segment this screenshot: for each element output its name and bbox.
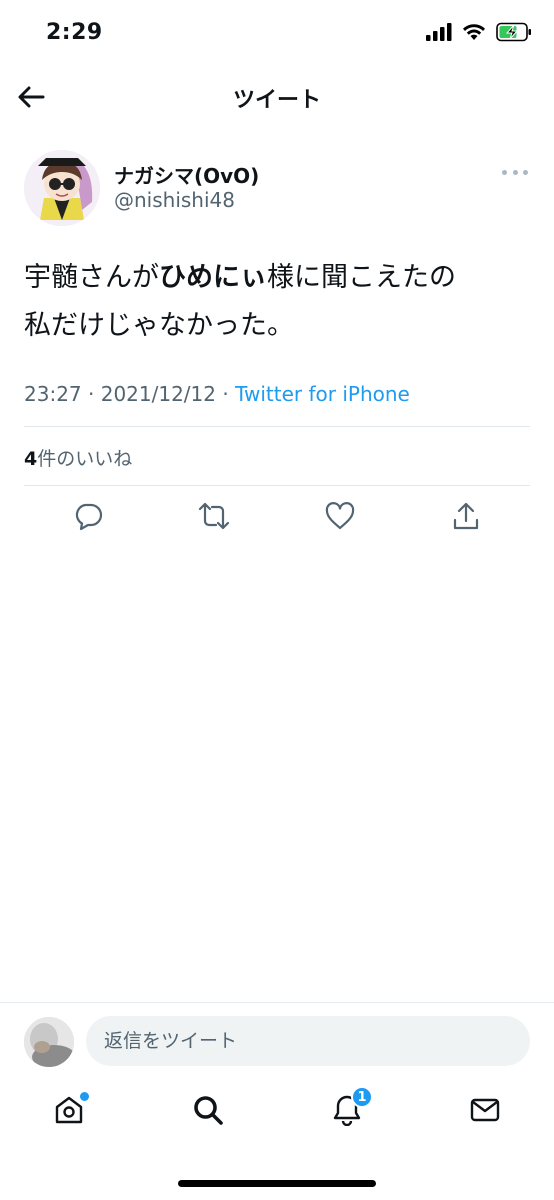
- battery-charging-icon: [496, 22, 532, 46]
- likes-label: 件のいいね: [37, 448, 133, 470]
- tab-bar: 1: [0, 1080, 554, 1160]
- home-indicator: [178, 1180, 376, 1187]
- tweet-header: ナガシマ(OvO) @nishishi48: [24, 148, 530, 228]
- meta-separator: ·: [216, 382, 236, 406]
- meta-separator: ·: [81, 382, 101, 406]
- divider: [24, 426, 530, 427]
- more-dot: [523, 169, 528, 175]
- signal-icon: [426, 23, 452, 45]
- like-button[interactable]: [322, 500, 358, 536]
- status-time: 2:29: [46, 20, 103, 45]
- tweet-text-part1: 宇髄さんが: [24, 262, 159, 293]
- tweet-meta: 23:27 · 2021/12/12 · Twitter for iPhone: [24, 382, 410, 406]
- status-icons: [426, 22, 532, 46]
- divider: [24, 485, 530, 486]
- messages-icon: [469, 1094, 501, 1130]
- reply-button[interactable]: [70, 500, 106, 536]
- nav-bar: ツイート: [0, 70, 554, 126]
- more-dot: [502, 169, 507, 175]
- retweet-icon: [198, 501, 230, 535]
- share-icon: [452, 501, 480, 535]
- tweet-text-bold: ひめにぃ: [159, 262, 267, 293]
- author-avatar[interactable]: [24, 150, 100, 226]
- status-bar: 2:29: [0, 0, 554, 70]
- tweet-date[interactable]: 2021/12/12: [101, 382, 216, 406]
- new-content-dot: [80, 1092, 89, 1101]
- notification-badge: 1: [351, 1086, 373, 1108]
- likes-row[interactable]: 4件のいいね: [24, 444, 132, 471]
- wifi-icon: [462, 23, 486, 45]
- tweet-text-part2: 様に聞こえたの: [267, 262, 456, 293]
- reply-icon: [73, 501, 103, 535]
- search-icon: [192, 1094, 224, 1130]
- tweet-text-line2: 私だけじゃなかった。: [24, 310, 294, 341]
- reply-bar: [0, 1002, 554, 1078]
- retweet-button[interactable]: [196, 500, 232, 536]
- more-options-button[interactable]: [502, 162, 528, 182]
- share-button[interactable]: [448, 500, 484, 536]
- like-icon: [325, 502, 355, 534]
- tab-notifications[interactable]: 1: [329, 1086, 373, 1130]
- tweet-source-link[interactable]: Twitter for iPhone: [235, 382, 410, 406]
- avatar[interactable]: [24, 1017, 74, 1067]
- reply-input[interactable]: [86, 1016, 530, 1066]
- tweet-actions: [70, 500, 484, 536]
- likes-count: 4: [24, 448, 38, 470]
- tab-messages[interactable]: [467, 1094, 503, 1130]
- tab-home[interactable]: [51, 1092, 89, 1130]
- page-title: ツイート: [232, 88, 321, 113]
- more-dot: [512, 169, 518, 175]
- tweet-text: 宇髄さんがひめにぃ様に聞こえたの 私だけじゃなかった。: [24, 254, 530, 350]
- tab-search[interactable]: [190, 1094, 226, 1130]
- tweet-time[interactable]: 23:27: [24, 382, 82, 406]
- author-handle[interactable]: @nishishi48: [114, 188, 235, 212]
- author-name[interactable]: ナガシマ(OvO): [114, 160, 259, 189]
